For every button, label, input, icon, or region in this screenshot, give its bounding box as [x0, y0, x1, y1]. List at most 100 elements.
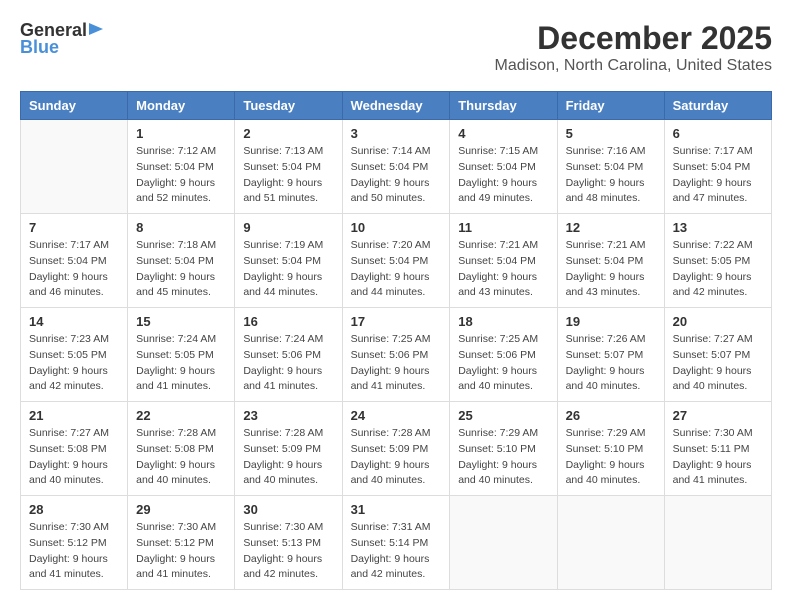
col-thursday: Thursday [450, 92, 557, 120]
day-info: Sunrise: 7:13 AMSunset: 5:04 PMDaylight:… [243, 144, 333, 207]
table-row: 8 Sunrise: 7:18 AMSunset: 5:04 PMDaylight… [128, 214, 235, 308]
table-row: 15 Sunrise: 7:24 AMSunset: 5:05 PMDayligh… [128, 308, 235, 402]
day-number: 28 [29, 502, 119, 517]
table-row: 31Sunrise: 7:31 AMSunset: 5:14 PMDayligh… [342, 496, 450, 590]
day-info: Sunrise: 7:28 AMSunset: 5:09 PMDaylight:… [243, 426, 333, 489]
day-number: 2 [243, 126, 333, 141]
col-monday: Monday [128, 92, 235, 120]
col-saturday: Saturday [664, 92, 771, 120]
table-row: 6 Sunrise: 7:17 AMSunset: 5:04 PMDaylight… [664, 120, 771, 214]
day-number: 20 [673, 314, 763, 329]
calendar-week-row: 21 Sunrise: 7:27 AMSunset: 5:08 PMDayligh… [21, 402, 772, 496]
table-row [450, 496, 557, 590]
table-row: 24 Sunrise: 7:28 AMSunset: 5:09 PMDayligh… [342, 402, 450, 496]
table-row: 3Sunrise: 7:14 AMSunset: 5:04 PMDaylight… [342, 120, 450, 214]
day-info: Sunrise: 7:30 AMSunset: 5:12 PMDaylight:… [29, 520, 119, 583]
day-number: 26 [566, 408, 656, 423]
table-row: 28 Sunrise: 7:30 AMSunset: 5:12 PMDayligh… [21, 496, 128, 590]
day-number: 31 [351, 502, 442, 517]
day-info: Sunrise: 7:24 AMSunset: 5:05 PMDaylight:… [136, 332, 226, 395]
day-number: 8 [136, 220, 226, 235]
table-row: 25 Sunrise: 7:29 AMSunset: 5:10 PMDayligh… [450, 402, 557, 496]
day-info: Sunrise: 7:17 AMSunset: 5:04 PMDaylight:… [673, 144, 763, 207]
day-info: Sunrise: 7:21 AMSunset: 5:04 PMDaylight:… [566, 238, 656, 301]
table-row: 7Sunrise: 7:17 AMSunset: 5:04 PMDaylight… [21, 214, 128, 308]
day-info: Sunrise: 7:28 AMSunset: 5:09 PMDaylight:… [351, 426, 442, 489]
day-number: 22 [136, 408, 226, 423]
day-number: 5 [566, 126, 656, 141]
logo-blue-text: Blue [20, 37, 59, 58]
col-friday: Friday [557, 92, 664, 120]
day-info: Sunrise: 7:27 AMSunset: 5:07 PMDaylight:… [673, 332, 763, 395]
day-info: Sunrise: 7:24 AMSunset: 5:06 PMDaylight:… [243, 332, 333, 395]
logo-arrow-icon [89, 22, 103, 40]
logo: General Blue [20, 20, 103, 58]
table-row: 23 Sunrise: 7:28 AMSunset: 5:09 PMDayligh… [235, 402, 342, 496]
day-number: 25 [458, 408, 548, 423]
day-info: Sunrise: 7:22 AMSunset: 5:05 PMDaylight:… [673, 238, 763, 301]
day-info: Sunrise: 7:30 AMSunset: 5:12 PMDaylight:… [136, 520, 226, 583]
day-number: 11 [458, 220, 548, 235]
table-row: 20 Sunrise: 7:27 AMSunset: 5:07 PMDayligh… [664, 308, 771, 402]
calendar-week-row: 1 Sunrise: 7:12 AMSunset: 5:04 PMDaylight… [21, 120, 772, 214]
table-row [557, 496, 664, 590]
day-number: 30 [243, 502, 333, 517]
table-row: 11 Sunrise: 7:21 AMSunset: 5:04 PMDayligh… [450, 214, 557, 308]
col-tuesday: Tuesday [235, 92, 342, 120]
day-info: Sunrise: 7:26 AMSunset: 5:07 PMDaylight:… [566, 332, 656, 395]
table-row: 9Sunrise: 7:19 AMSunset: 5:04 PMDaylight… [235, 214, 342, 308]
table-row: 16 Sunrise: 7:24 AMSunset: 5:06 PMDayligh… [235, 308, 342, 402]
col-sunday: Sunday [21, 92, 128, 120]
table-row: 12 Sunrise: 7:21 AMSunset: 5:04 PMDayligh… [557, 214, 664, 308]
day-info: Sunrise: 7:12 AMSunset: 5:04 PMDaylight:… [136, 144, 226, 207]
day-number: 24 [351, 408, 442, 423]
table-row: 27Sunrise: 7:30 AMSunset: 5:11 PMDayligh… [664, 402, 771, 496]
table-row: 10 Sunrise: 7:20 AMSunset: 5:04 PMDayligh… [342, 214, 450, 308]
day-number: 1 [136, 126, 226, 141]
table-row: 2 Sunrise: 7:13 AMSunset: 5:04 PMDaylight… [235, 120, 342, 214]
day-info: Sunrise: 7:29 AMSunset: 5:10 PMDaylight:… [458, 426, 548, 489]
day-number: 10 [351, 220, 442, 235]
day-number: 21 [29, 408, 119, 423]
day-number: 16 [243, 314, 333, 329]
day-number: 19 [566, 314, 656, 329]
day-info: Sunrise: 7:21 AMSunset: 5:04 PMDaylight:… [458, 238, 548, 301]
day-info: Sunrise: 7:27 AMSunset: 5:08 PMDaylight:… [29, 426, 119, 489]
title-block: December 2025 Madison, North Carolina, U… [495, 20, 772, 75]
day-info: Sunrise: 7:15 AMSunset: 5:04 PMDaylight:… [458, 144, 548, 207]
day-number: 27 [673, 408, 763, 423]
calendar-week-row: 14 Sunrise: 7:23 AMSunset: 5:05 PMDayligh… [21, 308, 772, 402]
day-info: Sunrise: 7:14 AMSunset: 5:04 PMDaylight:… [351, 144, 442, 207]
table-row: 30 Sunrise: 7:30 AMSunset: 5:13 PMDayligh… [235, 496, 342, 590]
page-header: General Blue December 2025 Madison, Nort… [20, 20, 772, 75]
day-info: Sunrise: 7:23 AMSunset: 5:05 PMDaylight:… [29, 332, 119, 395]
month-title: December 2025 [495, 20, 772, 57]
day-number: 13 [673, 220, 763, 235]
table-row: 13 Sunrise: 7:22 AMSunset: 5:05 PMDayligh… [664, 214, 771, 308]
day-info: Sunrise: 7:16 AMSunset: 5:04 PMDaylight:… [566, 144, 656, 207]
table-row: 18Sunrise: 7:25 AMSunset: 5:06 PMDayligh… [450, 308, 557, 402]
day-number: 12 [566, 220, 656, 235]
day-number: 14 [29, 314, 119, 329]
table-row [664, 496, 771, 590]
calendar-week-row: 28 Sunrise: 7:30 AMSunset: 5:12 PMDayligh… [21, 496, 772, 590]
table-row: 5 Sunrise: 7:16 AMSunset: 5:04 PMDaylight… [557, 120, 664, 214]
calendar-week-row: 7Sunrise: 7:17 AMSunset: 5:04 PMDaylight… [21, 214, 772, 308]
day-number: 7 [29, 220, 119, 235]
day-number: 17 [351, 314, 442, 329]
table-row: 29Sunrise: 7:30 AMSunset: 5:12 PMDayligh… [128, 496, 235, 590]
day-number: 23 [243, 408, 333, 423]
day-number: 15 [136, 314, 226, 329]
day-info: Sunrise: 7:28 AMSunset: 5:08 PMDaylight:… [136, 426, 226, 489]
day-info: Sunrise: 7:20 AMSunset: 5:04 PMDaylight:… [351, 238, 442, 301]
day-number: 4 [458, 126, 548, 141]
day-info: Sunrise: 7:25 AMSunset: 5:06 PMDaylight:… [351, 332, 442, 395]
day-number: 6 [673, 126, 763, 141]
day-info: Sunrise: 7:30 AMSunset: 5:13 PMDaylight:… [243, 520, 333, 583]
day-info: Sunrise: 7:18 AMSunset: 5:04 PMDaylight:… [136, 238, 226, 301]
table-row: 22 Sunrise: 7:28 AMSunset: 5:08 PMDayligh… [128, 402, 235, 496]
day-number: 9 [243, 220, 333, 235]
table-row: 14 Sunrise: 7:23 AMSunset: 5:05 PMDayligh… [21, 308, 128, 402]
calendar-header-row: Sunday Monday Tuesday Wednesday Thursday… [21, 92, 772, 120]
day-info: Sunrise: 7:29 AMSunset: 5:10 PMDaylight:… [566, 426, 656, 489]
